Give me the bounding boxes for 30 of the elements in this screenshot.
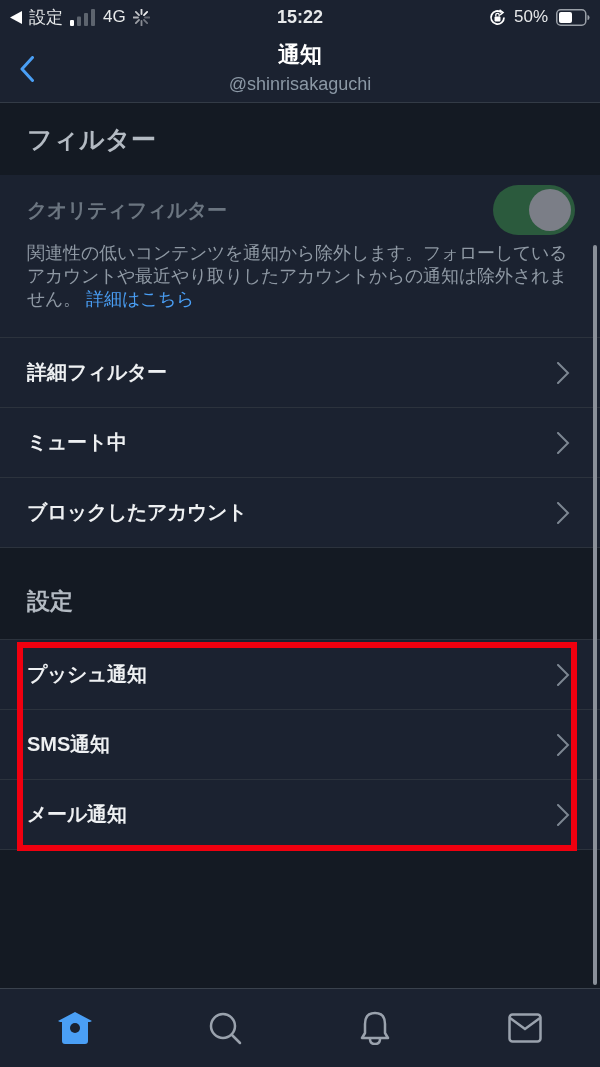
- chevron-right-icon: [556, 361, 570, 384]
- search-icon: [208, 1011, 242, 1045]
- tab-bar-button[interactable]: [208, 1011, 242, 1045]
- mail-icon: [508, 1013, 542, 1043]
- chevron-right-icon: [556, 431, 570, 454]
- status-time: 15:22: [276, 6, 323, 27]
- section-header: 設定: [27, 587, 73, 616]
- rotation-lock-icon: [488, 8, 506, 26]
- tab-bar-button[interactable]: [57, 1011, 93, 1045]
- description-text: 関連性の低いコンテンツを通知から除外します。フォローしているアカウントや最近やり取りしたアカウントからの通知は除外されません。 詳細はこちら: [27, 242, 567, 311]
- bell-icon: [358, 1011, 392, 1045]
- battery-percent: 50%: [513, 7, 548, 27]
- battery-icon: [556, 8, 590, 26]
- home-icon: [57, 1011, 93, 1045]
- quality-filter-label: クオリティフィルター: [27, 197, 227, 223]
- chevron-right-icon: [556, 733, 570, 756]
- tab-bar-button[interactable]: [358, 1011, 392, 1045]
- back-triangle-icon: [10, 10, 22, 24]
- page-title: 通知: [278, 40, 322, 69]
- account-handle: @shinrisakaguchi: [228, 72, 372, 96]
- tab-bar-button[interactable]: [508, 1013, 542, 1043]
- network-label: 4G: [103, 7, 126, 27]
- back-chevron-icon: [20, 56, 34, 82]
- spinner-icon: [132, 8, 150, 26]
- signal-icon: [70, 8, 96, 26]
- chevron-right-icon: [556, 803, 570, 826]
- chevron-right-icon: [556, 501, 570, 524]
- chevron-right-icon: [556, 663, 570, 686]
- back-app-label[interactable]: 設定: [29, 5, 63, 29]
- section-header: フィルター: [27, 123, 156, 155]
